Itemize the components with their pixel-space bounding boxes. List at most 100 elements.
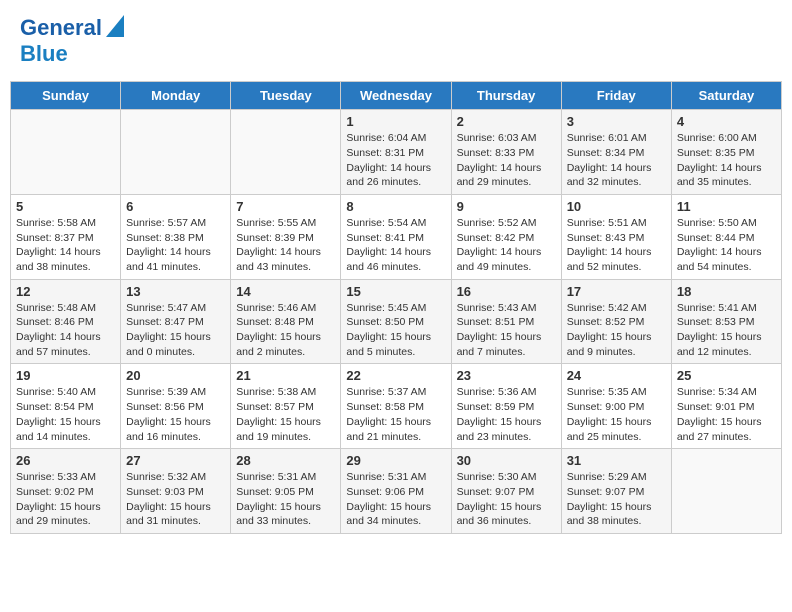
calendar-cell: 30 Sunrise: 5:30 AM Sunset: 9:07 PM Dayli… bbox=[451, 449, 561, 534]
logo: General Blue bbox=[20, 15, 124, 66]
day-info: Sunrise: 6:01 AM Sunset: 8:34 PM Dayligh… bbox=[567, 131, 666, 190]
day-info: Sunrise: 5:35 AM Sunset: 9:00 PM Dayligh… bbox=[567, 385, 666, 444]
day-number: 26 bbox=[16, 453, 115, 468]
calendar-cell: 31 Sunrise: 5:29 AM Sunset: 9:07 PM Dayli… bbox=[561, 449, 671, 534]
calendar-cell: 4 Sunrise: 6:00 AM Sunset: 8:35 PM Daylig… bbox=[671, 110, 781, 195]
calendar-cell: 7 Sunrise: 5:55 AM Sunset: 8:39 PM Daylig… bbox=[231, 194, 341, 279]
day-number: 27 bbox=[126, 453, 225, 468]
week-row-1: 1 Sunrise: 6:04 AM Sunset: 8:31 PM Daylig… bbox=[11, 110, 782, 195]
day-info: Sunrise: 5:38 AM Sunset: 8:57 PM Dayligh… bbox=[236, 385, 335, 444]
day-info: Sunrise: 5:36 AM Sunset: 8:59 PM Dayligh… bbox=[457, 385, 556, 444]
day-number: 31 bbox=[567, 453, 666, 468]
page-header: General Blue bbox=[10, 10, 782, 71]
calendar-cell: 22 Sunrise: 5:37 AM Sunset: 8:58 PM Dayli… bbox=[341, 364, 451, 449]
calendar-cell: 5 Sunrise: 5:58 AM Sunset: 8:37 PM Daylig… bbox=[11, 194, 121, 279]
calendar-cell: 20 Sunrise: 5:39 AM Sunset: 8:56 PM Dayli… bbox=[121, 364, 231, 449]
day-info: Sunrise: 6:04 AM Sunset: 8:31 PM Dayligh… bbox=[346, 131, 445, 190]
day-info: Sunrise: 5:48 AM Sunset: 8:46 PM Dayligh… bbox=[16, 301, 115, 360]
day-header-monday: Monday bbox=[121, 82, 231, 110]
calendar-cell: 27 Sunrise: 5:32 AM Sunset: 9:03 PM Dayli… bbox=[121, 449, 231, 534]
day-info: Sunrise: 5:57 AM Sunset: 8:38 PM Dayligh… bbox=[126, 216, 225, 275]
day-info: Sunrise: 5:45 AM Sunset: 8:50 PM Dayligh… bbox=[346, 301, 445, 360]
calendar-cell: 24 Sunrise: 5:35 AM Sunset: 9:00 PM Dayli… bbox=[561, 364, 671, 449]
calendar-cell: 28 Sunrise: 5:31 AM Sunset: 9:05 PM Dayli… bbox=[231, 449, 341, 534]
calendar-cell: 13Sunrise: 5:47 AM Sunset: 8:47 PM Dayli… bbox=[121, 279, 231, 364]
calendar-cell: 29 Sunrise: 5:31 AM Sunset: 9:06 PM Dayli… bbox=[341, 449, 451, 534]
day-number: 17 bbox=[567, 284, 666, 299]
day-number: 28 bbox=[236, 453, 335, 468]
calendar-cell: 9 Sunrise: 5:52 AM Sunset: 8:42 PM Daylig… bbox=[451, 194, 561, 279]
day-number: 1 bbox=[346, 114, 445, 129]
day-number: 29 bbox=[346, 453, 445, 468]
day-info: Sunrise: 5:31 AM Sunset: 9:05 PM Dayligh… bbox=[236, 470, 335, 529]
week-row-2: 5 Sunrise: 5:58 AM Sunset: 8:37 PM Daylig… bbox=[11, 194, 782, 279]
day-info: Sunrise: 5:29 AM Sunset: 9:07 PM Dayligh… bbox=[567, 470, 666, 529]
calendar-cell: 12 Sunrise: 5:48 AM Sunset: 8:46 PM Dayli… bbox=[11, 279, 121, 364]
day-number: 20 bbox=[126, 368, 225, 383]
day-info: Sunrise: 5:34 AM Sunset: 9:01 PM Dayligh… bbox=[677, 385, 776, 444]
calendar-cell: 26Sunrise: 5:33 AM Sunset: 9:02 PM Dayli… bbox=[11, 449, 121, 534]
calendar-cell: 17 Sunrise: 5:42 AM Sunset: 8:52 PM Dayli… bbox=[561, 279, 671, 364]
day-info: Sunrise: 5:30 AM Sunset: 9:07 PM Dayligh… bbox=[457, 470, 556, 529]
calendar-cell: 19 Sunrise: 5:40 AM Sunset: 8:54 PM Dayli… bbox=[11, 364, 121, 449]
day-info: Sunrise: 6:00 AM Sunset: 8:35 PM Dayligh… bbox=[677, 131, 776, 190]
day-info: Sunrise: 5:31 AM Sunset: 9:06 PM Dayligh… bbox=[346, 470, 445, 529]
days-header-row: SundayMondayTuesdayWednesdayThursdayFrid… bbox=[11, 82, 782, 110]
day-number: 30 bbox=[457, 453, 556, 468]
logo-triangle-icon bbox=[106, 15, 124, 37]
day-info: Sunrise: 5:42 AM Sunset: 8:52 PM Dayligh… bbox=[567, 301, 666, 360]
day-info: Sunrise: 5:47 AM Sunset: 8:47 PM Dayligh… bbox=[126, 301, 225, 360]
day-number: 3 bbox=[567, 114, 666, 129]
day-info: Sunrise: 5:55 AM Sunset: 8:39 PM Dayligh… bbox=[236, 216, 335, 275]
logo-text-general: General bbox=[20, 16, 102, 40]
day-info: Sunrise: 5:50 AM Sunset: 8:44 PM Dayligh… bbox=[677, 216, 776, 275]
day-info: Sunrise: 5:32 AM Sunset: 9:03 PM Dayligh… bbox=[126, 470, 225, 529]
day-number: 22 bbox=[346, 368, 445, 383]
calendar-cell: 3 Sunrise: 6:01 AM Sunset: 8:34 PM Daylig… bbox=[561, 110, 671, 195]
calendar-cell: 2 Sunrise: 6:03 AM Sunset: 8:33 PM Daylig… bbox=[451, 110, 561, 195]
day-info: Sunrise: 5:40 AM Sunset: 8:54 PM Dayligh… bbox=[16, 385, 115, 444]
day-info: Sunrise: 5:52 AM Sunset: 8:42 PM Dayligh… bbox=[457, 216, 556, 275]
day-info: Sunrise: 5:41 AM Sunset: 8:53 PM Dayligh… bbox=[677, 301, 776, 360]
calendar-cell: 15 Sunrise: 5:45 AM Sunset: 8:50 PM Dayli… bbox=[341, 279, 451, 364]
day-header-wednesday: Wednesday bbox=[341, 82, 451, 110]
calendar-cell: 25 Sunrise: 5:34 AM Sunset: 9:01 PM Dayli… bbox=[671, 364, 781, 449]
calendar-cell: 23 Sunrise: 5:36 AM Sunset: 8:59 PM Dayli… bbox=[451, 364, 561, 449]
week-row-5: 26Sunrise: 5:33 AM Sunset: 9:02 PM Dayli… bbox=[11, 449, 782, 534]
logo-text-blue: Blue bbox=[20, 42, 68, 66]
day-number: 11 bbox=[677, 199, 776, 214]
calendar-cell: 14 Sunrise: 5:46 AM Sunset: 8:48 PM Dayli… bbox=[231, 279, 341, 364]
day-number: 21 bbox=[236, 368, 335, 383]
day-info: Sunrise: 5:43 AM Sunset: 8:51 PM Dayligh… bbox=[457, 301, 556, 360]
day-info: Sunrise: 5:39 AM Sunset: 8:56 PM Dayligh… bbox=[126, 385, 225, 444]
week-row-4: 19 Sunrise: 5:40 AM Sunset: 8:54 PM Dayli… bbox=[11, 364, 782, 449]
day-number: 2 bbox=[457, 114, 556, 129]
day-info: Sunrise: 6:03 AM Sunset: 8:33 PM Dayligh… bbox=[457, 131, 556, 190]
day-number: 7 bbox=[236, 199, 335, 214]
day-number: 8 bbox=[346, 199, 445, 214]
calendar-cell bbox=[11, 110, 121, 195]
day-number: 5 bbox=[16, 199, 115, 214]
day-number: 10 bbox=[567, 199, 666, 214]
calendar-cell: 16Sunrise: 5:43 AM Sunset: 8:51 PM Dayli… bbox=[451, 279, 561, 364]
day-info: Sunrise: 5:37 AM Sunset: 8:58 PM Dayligh… bbox=[346, 385, 445, 444]
calendar-cell: 18Sunrise: 5:41 AM Sunset: 8:53 PM Dayli… bbox=[671, 279, 781, 364]
calendar-cell: 1 Sunrise: 6:04 AM Sunset: 8:31 PM Daylig… bbox=[341, 110, 451, 195]
week-row-3: 12 Sunrise: 5:48 AM Sunset: 8:46 PM Dayli… bbox=[11, 279, 782, 364]
calendar-cell bbox=[671, 449, 781, 534]
day-number: 25 bbox=[677, 368, 776, 383]
day-header-thursday: Thursday bbox=[451, 82, 561, 110]
day-number: 24 bbox=[567, 368, 666, 383]
day-number: 19 bbox=[16, 368, 115, 383]
day-number: 14 bbox=[236, 284, 335, 299]
day-header-saturday: Saturday bbox=[671, 82, 781, 110]
day-number: 23 bbox=[457, 368, 556, 383]
day-number: 4 bbox=[677, 114, 776, 129]
day-info: Sunrise: 5:54 AM Sunset: 8:41 PM Dayligh… bbox=[346, 216, 445, 275]
day-header-friday: Friday bbox=[561, 82, 671, 110]
day-number: 12 bbox=[16, 284, 115, 299]
day-number: 9 bbox=[457, 199, 556, 214]
day-info: Sunrise: 5:58 AM Sunset: 8:37 PM Dayligh… bbox=[16, 216, 115, 275]
day-info: Sunrise: 5:46 AM Sunset: 8:48 PM Dayligh… bbox=[236, 301, 335, 360]
day-number: 15 bbox=[346, 284, 445, 299]
